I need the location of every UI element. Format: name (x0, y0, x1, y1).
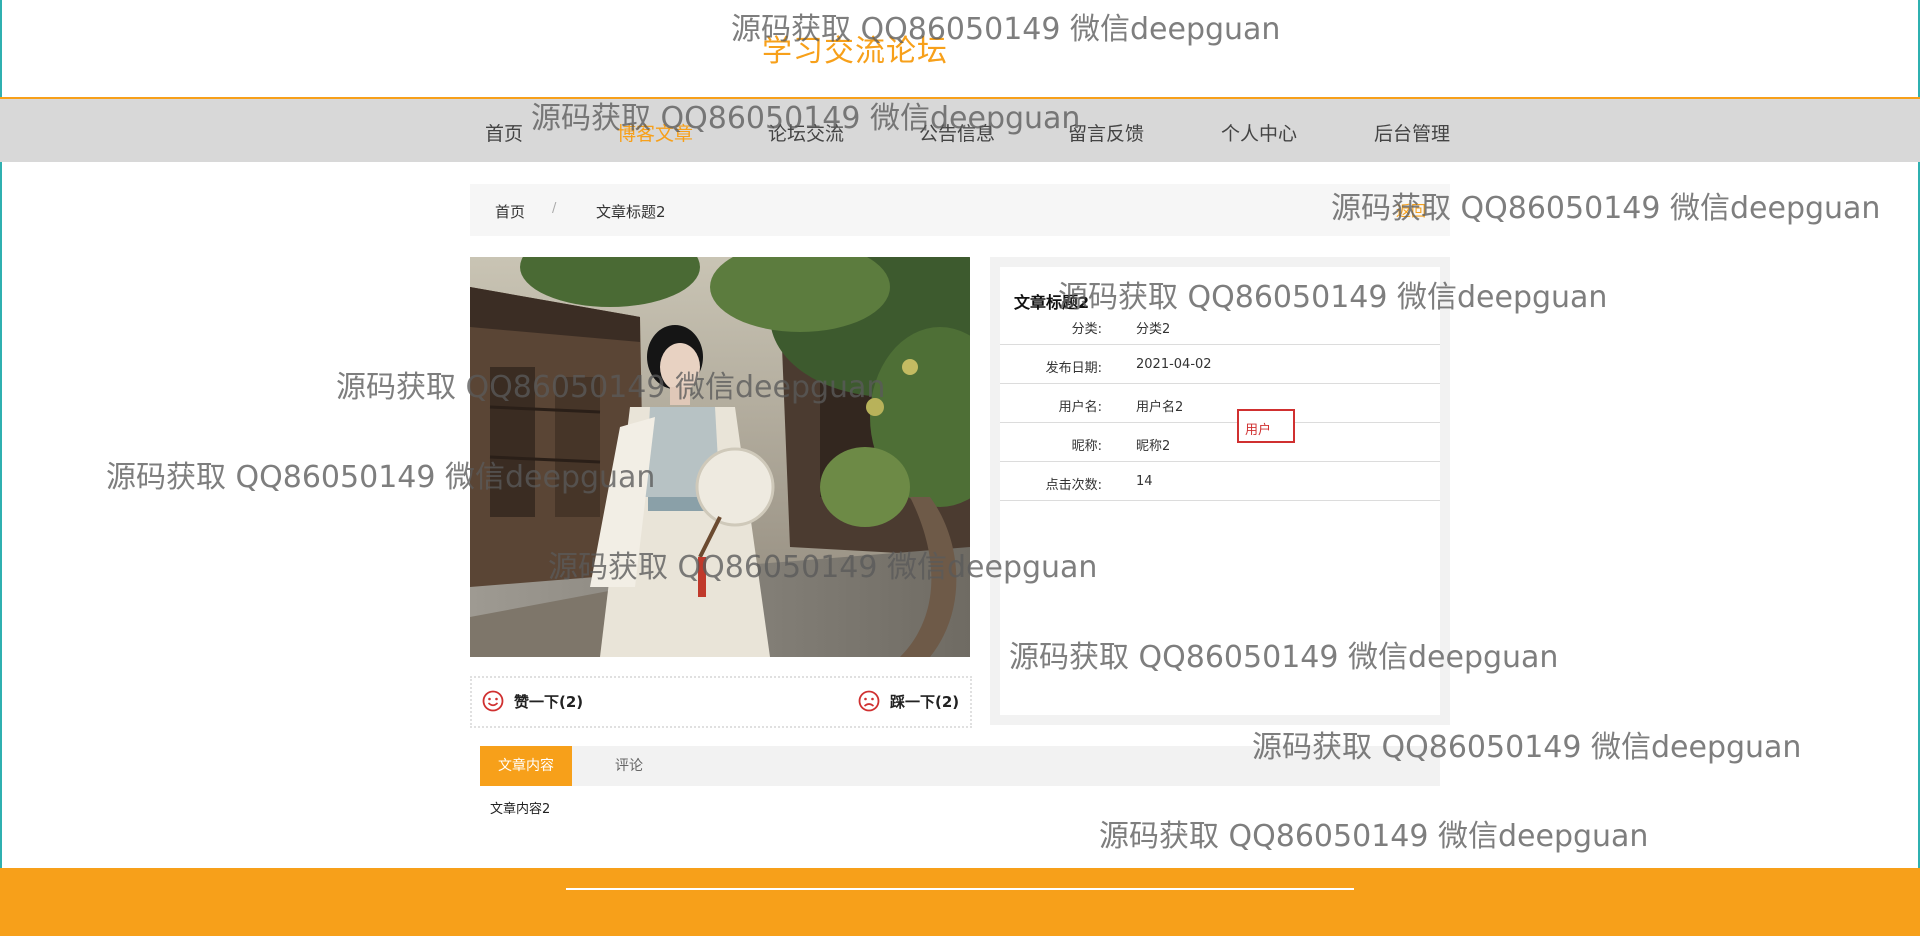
detail-row-category: 分类: 分类2 (1000, 306, 1440, 345)
detail-row-date: 发布日期: 2021-04-02 (1000, 345, 1440, 384)
main-nav: 首页 博客文章 论坛交流 公告信息 留言反馈 个人中心 后台管理 (0, 99, 1920, 162)
smile-icon (482, 690, 504, 712)
dislike-label: 踩一下(2) (890, 692, 960, 711)
nav-item-blog[interactable]: 博客文章 (617, 119, 693, 146)
user-role-tag[interactable]: 用户 (1237, 409, 1295, 443)
article-detail-panel: 文章标题2 分类: 分类2 发布日期: 2021-04-02 用户名: 用户名2… (990, 257, 1450, 725)
detail-value: 昵称2 (1136, 439, 1171, 454)
nav-item-feedback[interactable]: 留言反馈 (1068, 119, 1144, 146)
detail-value: 用户名2 (1136, 400, 1184, 415)
breadcrumb: 首页 / 文章标题2 返回 (470, 184, 1450, 236)
detail-row-clicks: 点击次数: 14 (1000, 462, 1440, 501)
detail-label: 用户名: (1058, 400, 1102, 415)
tab-article-content[interactable]: 文章内容 (480, 746, 572, 786)
detail-row-username: 用户名: 用户名2 (1000, 384, 1440, 423)
article-body: 文章内容2 (490, 802, 551, 817)
like-button[interactable]: 赞一下(2) (482, 690, 583, 712)
nav-item-notices[interactable]: 公告信息 (919, 119, 995, 146)
site-footer (0, 868, 1920, 936)
detail-label: 点击次数: (1045, 478, 1102, 493)
article-detail-card: 文章标题2 分类: 分类2 发布日期: 2021-04-02 用户名: 用户名2… (1000, 267, 1440, 715)
footer-divider (566, 888, 1354, 890)
like-label: 赞一下(2) (514, 692, 584, 711)
frown-icon (858, 690, 880, 712)
nav-item-admin[interactable]: 后台管理 (1374, 119, 1450, 146)
detail-value: 分类2 (1136, 322, 1171, 337)
detail-label: 发布日期: (1045, 361, 1102, 376)
vote-bar: 赞一下(2) 踩一下(2) (470, 676, 972, 728)
article-tabs: 文章内容 评论 (480, 746, 1440, 786)
tab-comments[interactable]: 评论 (598, 746, 660, 786)
breadcrumb-current: 文章标题2 (596, 203, 666, 221)
back-button[interactable]: 返回 (1396, 200, 1426, 221)
article-cover-image (470, 257, 970, 657)
nav-item-user-center[interactable]: 个人中心 (1221, 119, 1297, 146)
site-title: 学习交流论坛 (762, 34, 948, 69)
detail-value: 2021-04-02 (1136, 357, 1212, 372)
nav-item-home[interactable]: 首页 (485, 119, 523, 146)
detail-row-nickname: 昵称: 昵称2 (1000, 423, 1440, 462)
detail-label: 昵称: (1071, 439, 1102, 454)
detail-value: 14 (1136, 474, 1153, 489)
dislike-button[interactable]: 踩一下(2) (858, 690, 959, 712)
watermark: 源码获取 QQ86050149 微信deepguan (1099, 819, 1649, 854)
breadcrumb-home[interactable]: 首页 (495, 201, 525, 222)
nav-item-forum[interactable]: 论坛交流 (768, 119, 844, 146)
detail-label: 分类: (1071, 322, 1102, 337)
breadcrumb-separator: / (552, 201, 557, 216)
